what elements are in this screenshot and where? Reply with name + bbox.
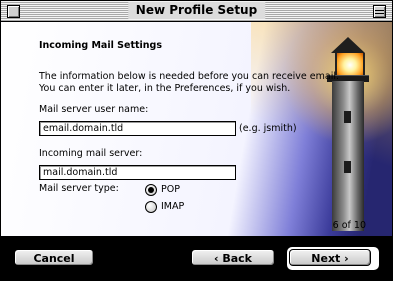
- pop-radio-label[interactable]: POP: [161, 184, 180, 195]
- intro-text-line-2: You can enter it later, in the Preferenc…: [39, 83, 291, 94]
- lighthouse-lamp: [335, 53, 365, 75]
- window-title: New Profile Setup: [127, 2, 266, 19]
- lighthouse-tower: [332, 81, 364, 231]
- imap-radio-button[interactable]: [145, 201, 157, 213]
- lighthouse-roof: [331, 37, 365, 53]
- next-button[interactable]: Next ›: [289, 249, 371, 266]
- server-type-label: Mail server type:: [39, 183, 119, 194]
- title-bar[interactable]: New Profile Setup: [1, 1, 392, 22]
- pop-radio-button[interactable]: [145, 184, 157, 196]
- user-name-label: Mail server user name:: [39, 104, 149, 115]
- intro-text-line-1: The information below is needed before y…: [39, 71, 340, 82]
- step-indicator: 6 of 10: [332, 220, 366, 231]
- cancel-button[interactable]: Cancel: [14, 249, 94, 266]
- incoming-server-label: Incoming mail server:: [39, 148, 143, 159]
- incoming-server-field[interactable]: [39, 165, 236, 180]
- collapse-icon[interactable]: [373, 5, 386, 18]
- setup-window: New Profile Setup Incoming Mail Settings…: [0, 0, 393, 281]
- page-heading: Incoming Mail Settings: [39, 40, 163, 51]
- imap-radio-label[interactable]: IMAP: [161, 201, 184, 212]
- back-button[interactable]: ‹ Back: [191, 249, 275, 266]
- user-name-field[interactable]: [39, 121, 236, 136]
- user-name-hint: (e.g. jsmith): [239, 123, 297, 134]
- close-icon[interactable]: [7, 5, 20, 18]
